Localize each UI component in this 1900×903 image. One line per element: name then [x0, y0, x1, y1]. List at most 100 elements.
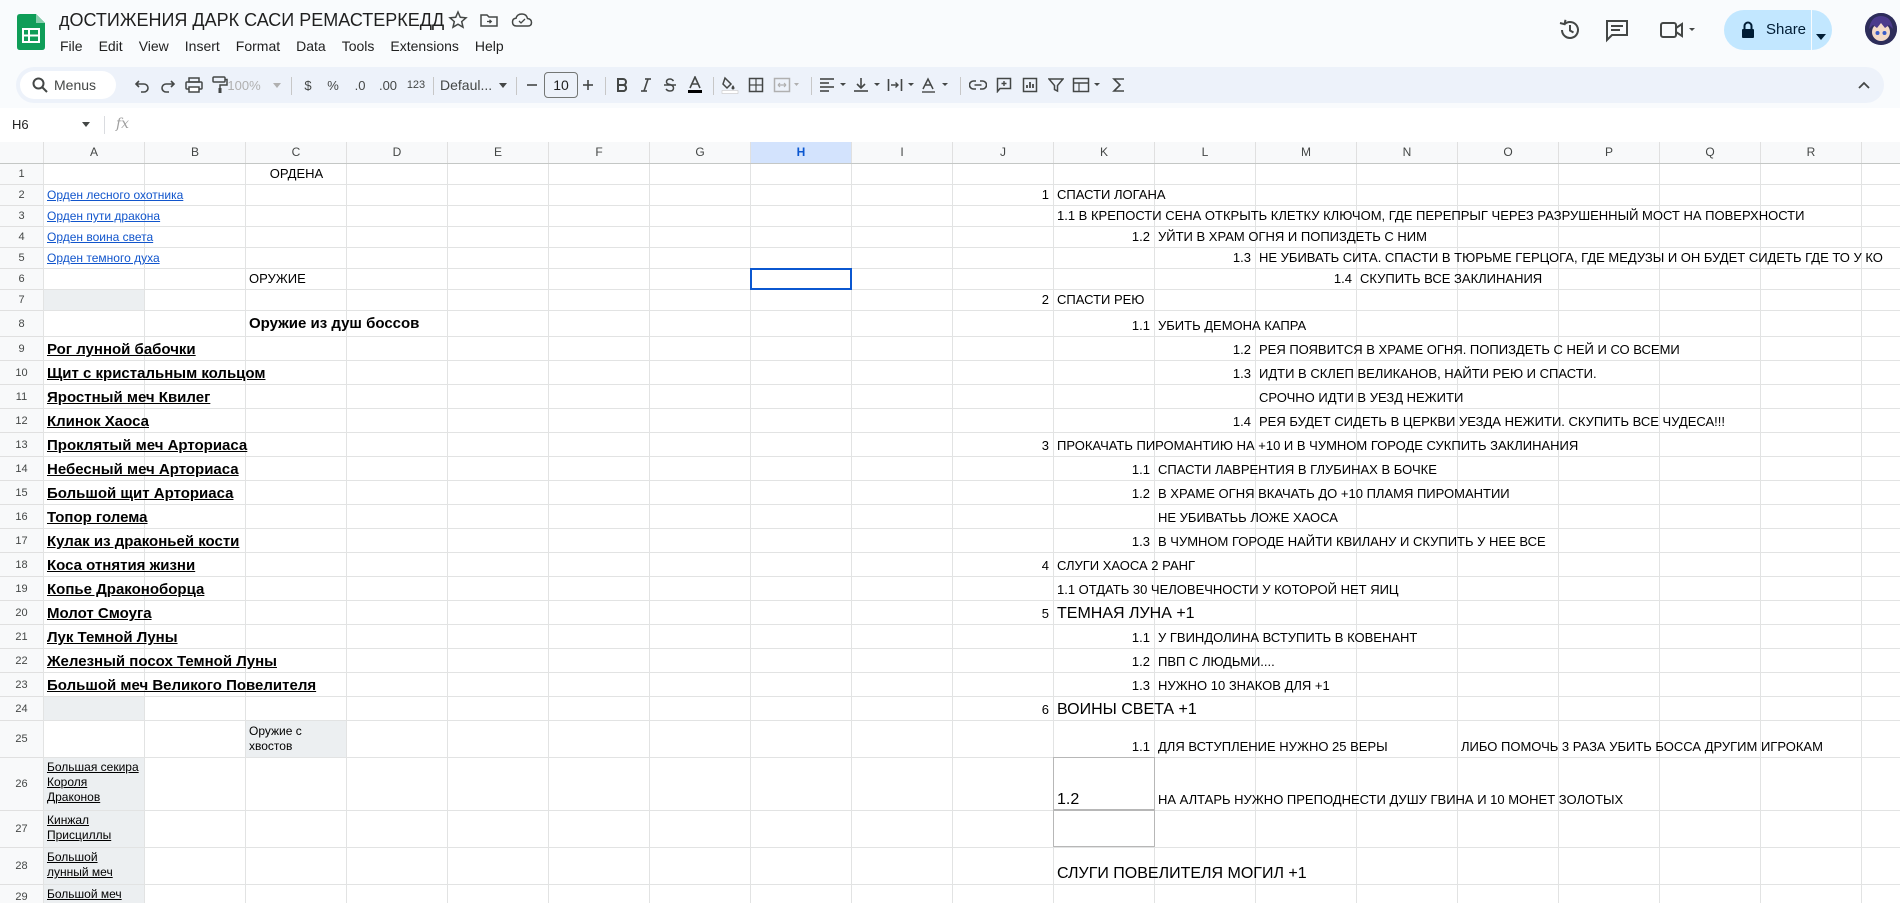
currency-format-button[interactable]: $: [300, 75, 316, 95]
merge-cells-icon[interactable]: [773, 75, 801, 95]
row-header-29[interactable]: 29: [0, 885, 44, 903]
row-header-15[interactable]: 15: [0, 481, 44, 505]
collapse-toolbar-icon[interactable]: [1854, 75, 1874, 95]
cell-k20[interactable]: ТЕМНАЯ ЛУНА +1: [1057, 604, 1195, 623]
print-icon[interactable]: [184, 75, 204, 95]
cell-k25[interactable]: 1.1: [1054, 739, 1150, 755]
cell-l5[interactable]: 1.3: [1155, 250, 1251, 266]
select-all-corner[interactable]: [0, 142, 44, 163]
undo-icon[interactable]: [132, 75, 152, 95]
cell-l25[interactable]: ДЛЯ ВСТУПЛЕНИЕ НУЖНО 25 ВЕРЫ: [1158, 739, 1388, 755]
text-rotation-icon[interactable]: [921, 75, 951, 95]
column-header-k[interactable]: K: [1054, 142, 1155, 163]
row-header-21[interactable]: 21: [0, 625, 44, 649]
row-header-3[interactable]: 3: [0, 206, 44, 227]
row-header-26[interactable]: 26: [0, 758, 44, 811]
cell-a27[interactable]: Кинжал Присциллы: [47, 813, 140, 847]
column-header-f[interactable]: F: [549, 142, 650, 163]
column-header-m[interactable]: M: [1256, 142, 1357, 163]
cell-l8[interactable]: УБИТЬ ДЕМОНА КАПРА: [1158, 318, 1306, 334]
cell-a21[interactable]: Лук Темной Луны: [47, 629, 178, 647]
column-header-h[interactable]: H: [751, 142, 852, 163]
name-box-dropdown-icon[interactable]: [82, 122, 90, 127]
menu-data[interactable]: Data: [288, 36, 334, 56]
cell-o25[interactable]: ЛИБО ПОМОЧЬ 3 РАЗА УБИТЬ БОССА ДРУГИМ ИГ…: [1461, 739, 1823, 755]
column-header-a[interactable]: A: [44, 142, 145, 163]
cell-c25[interactable]: Оружие с хвостов: [249, 724, 342, 754]
column-header-n[interactable]: N: [1357, 142, 1458, 163]
row-header-18[interactable]: 18: [0, 553, 44, 577]
name-box[interactable]: H6: [12, 117, 29, 132]
column-header-l[interactable]: L: [1155, 142, 1256, 163]
sheets-logo-icon[interactable]: [17, 14, 45, 50]
cell-a28[interactable]: Большой лунный меч: [47, 850, 140, 884]
more-formats-button[interactable]: 123: [404, 75, 428, 95]
row-header-17[interactable]: 17: [0, 529, 44, 553]
cell-l4[interactable]: УЙТИ В ХРАМ ОГНЯ И ПОПИЗДЕТЬ С НИМ: [1158, 229, 1427, 245]
cell-k15[interactable]: 1.2: [1054, 486, 1150, 502]
menu-format[interactable]: Format: [228, 36, 288, 56]
cell-l22[interactable]: ПВП С ЛЮДЬМИ....: [1158, 654, 1275, 670]
cell-j7[interactable]: 2: [953, 292, 1049, 308]
row-header-16[interactable]: 16: [0, 505, 44, 529]
insert-comment-icon[interactable]: [994, 75, 1014, 95]
cell-a12[interactable]: Клинок Хаоса: [47, 413, 149, 431]
cell-m12[interactable]: РЕЯ БУДЕТ СИДЕТЬ В ЦЕРКВИ УЕЗДА НЕЖИТИ. …: [1259, 414, 1725, 430]
share-button[interactable]: Share: [1724, 10, 1832, 50]
cell-j2[interactable]: 1: [953, 187, 1049, 203]
cell-j20[interactable]: 5: [953, 606, 1049, 622]
cell-k8[interactable]: 1.1: [1054, 318, 1150, 334]
percent-format-button[interactable]: %: [324, 75, 342, 95]
row-header-23[interactable]: 23: [0, 673, 44, 697]
functions-icon[interactable]: [1110, 75, 1128, 95]
cell-k13[interactable]: ПРОКАЧАТЬ ПИРОМАНТИЮ НА +10 И В ЧУМНОМ Г…: [1057, 438, 1578, 454]
column-header-o[interactable]: O: [1458, 142, 1559, 163]
menu-file[interactable]: File: [52, 36, 91, 56]
cell-k23[interactable]: 1.3: [1054, 678, 1150, 694]
cell-j24[interactable]: 6: [953, 702, 1049, 718]
avatar[interactable]: [1865, 13, 1897, 45]
cell-a14[interactable]: Небесный меч Арториаса: [47, 461, 239, 479]
text-color-icon[interactable]: [686, 75, 704, 95]
decrease-font-size-icon[interactable]: [524, 75, 540, 95]
column-header-r[interactable]: R: [1761, 142, 1862, 163]
cell-a11[interactable]: Яростный меч Квилег: [47, 389, 210, 407]
cell-m6[interactable]: 1.4: [1256, 271, 1352, 287]
share-dropdown-icon[interactable]: [1816, 27, 1826, 45]
row-header-14[interactable]: 14: [0, 457, 44, 481]
cell-k3[interactable]: 1.1 В КРЕПОСТИ СЕНА ОТКРЫТЬ КЛЕТКУ КЛЮЧО…: [1057, 208, 1804, 224]
cell-a17[interactable]: Кулак из драконьей кости: [47, 533, 239, 551]
filter-views-icon[interactable]: [1072, 75, 1104, 95]
row-header-28[interactable]: 28: [0, 848, 44, 885]
cell-l23[interactable]: НУЖНО 10 ЗНАКОВ ДЛЯ +1: [1158, 678, 1330, 694]
cell-a5[interactable]: Орден темного духа: [47, 250, 160, 266]
column-header-e[interactable]: E: [448, 142, 549, 163]
cell-k7[interactable]: СПАСТИ РЕЮ: [1057, 292, 1144, 308]
decrease-decimal-button[interactable]: .0: [349, 75, 371, 95]
cell-l15[interactable]: В ХРАМЕ ОГНЯ ВКАЧАТЬ ДО +10 ПЛАМЯ ПИРОМА…: [1158, 486, 1510, 502]
row-header-25[interactable]: 25: [0, 721, 44, 758]
cell-j18[interactable]: 4: [953, 558, 1049, 574]
cell-a20[interactable]: Молот Смоуга: [47, 605, 152, 623]
cell-c1[interactable]: ОРДЕНА: [246, 166, 347, 182]
meet-video-icon[interactable]: [1658, 16, 1698, 44]
cell-a19[interactable]: Копье Драконоборца: [47, 581, 204, 599]
filter-icon[interactable]: [1046, 75, 1066, 95]
row-header-4[interactable]: 4: [0, 227, 44, 248]
cell-a18[interactable]: Коса отнятия жизни: [47, 557, 195, 575]
zoom-dropdown-icon[interactable]: [272, 75, 282, 95]
strikethrough-icon[interactable]: [662, 75, 678, 95]
redo-icon[interactable]: [158, 75, 178, 95]
column-header-g[interactable]: G: [650, 142, 751, 163]
italic-icon[interactable]: [638, 75, 654, 95]
cell-m11[interactable]: СРОЧНО ИДТИ В УЕЗД НЕЖИТИ: [1259, 390, 1463, 406]
cell-m10[interactable]: ИДТИ В СКЛЕП ВЕЛИКАНОВ, НАЙТИ РЕЮ И СПАС…: [1259, 366, 1597, 382]
column-header-d[interactable]: D: [347, 142, 448, 163]
cell-a16[interactable]: Топор голема: [47, 509, 148, 527]
cell-k22[interactable]: 1.2: [1054, 654, 1150, 670]
comments-icon[interactable]: [1603, 16, 1631, 44]
cell-k28[interactable]: СЛУГИ ПОВЕЛИТЕЛЯ МОГИЛ +1: [1057, 864, 1307, 883]
row-header-11[interactable]: 11: [0, 385, 44, 409]
cell-k4[interactable]: 1.2: [1054, 229, 1150, 245]
row-header-7[interactable]: 7: [0, 290, 44, 311]
